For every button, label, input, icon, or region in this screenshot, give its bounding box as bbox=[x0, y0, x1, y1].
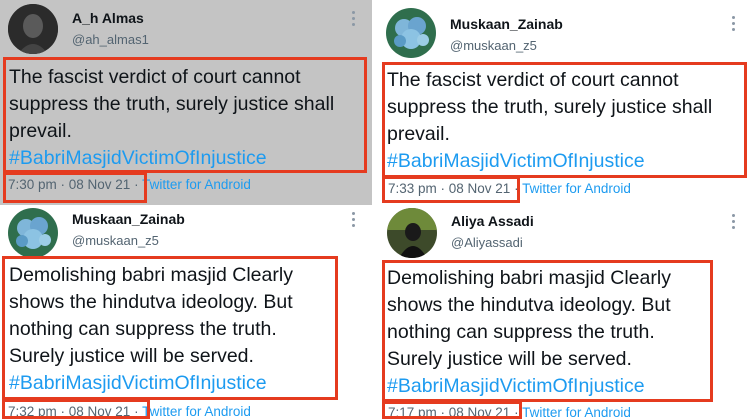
avatar[interactable] bbox=[8, 208, 58, 258]
more-options-icon[interactable] bbox=[732, 16, 736, 34]
more-options-icon[interactable] bbox=[352, 11, 356, 29]
highlight-box-text bbox=[2, 256, 338, 400]
more-options-icon[interactable] bbox=[732, 214, 736, 232]
avatar[interactable] bbox=[387, 208, 437, 258]
author-name[interactable]: Muskaan_Zainab bbox=[450, 16, 563, 32]
tweet-source[interactable]: Twitter for Android bbox=[522, 181, 631, 196]
highlight-box-text bbox=[3, 57, 367, 173]
tweet-source[interactable]: Twitter for Android bbox=[142, 177, 251, 192]
author-handle[interactable]: @Aliyassadi bbox=[451, 235, 523, 250]
author-handle[interactable]: @muskaan_z5 bbox=[72, 233, 159, 248]
highlight-box-time bbox=[382, 401, 522, 419]
author-handle[interactable]: @ah_almas1 bbox=[72, 32, 149, 47]
highlight-box-text bbox=[382, 260, 713, 402]
tweet-source[interactable]: Twitter for Android bbox=[522, 405, 631, 419]
avatar[interactable] bbox=[8, 4, 58, 54]
author-handle[interactable]: @muskaan_z5 bbox=[450, 38, 537, 53]
avatar[interactable] bbox=[386, 8, 436, 58]
author-name[interactable]: Muskaan_Zainab bbox=[72, 211, 185, 227]
more-options-icon[interactable] bbox=[352, 212, 356, 230]
author-name[interactable]: A_h Almas bbox=[72, 10, 144, 26]
tweet-source[interactable]: Twitter for Android bbox=[142, 404, 251, 419]
author-name[interactable]: Aliya Assadi bbox=[451, 213, 534, 229]
highlight-box-time bbox=[3, 172, 147, 203]
highlight-box-time bbox=[2, 399, 150, 419]
highlight-box-time bbox=[382, 176, 520, 203]
highlight-box-text bbox=[382, 62, 747, 178]
panel-divider bbox=[372, 0, 378, 419]
